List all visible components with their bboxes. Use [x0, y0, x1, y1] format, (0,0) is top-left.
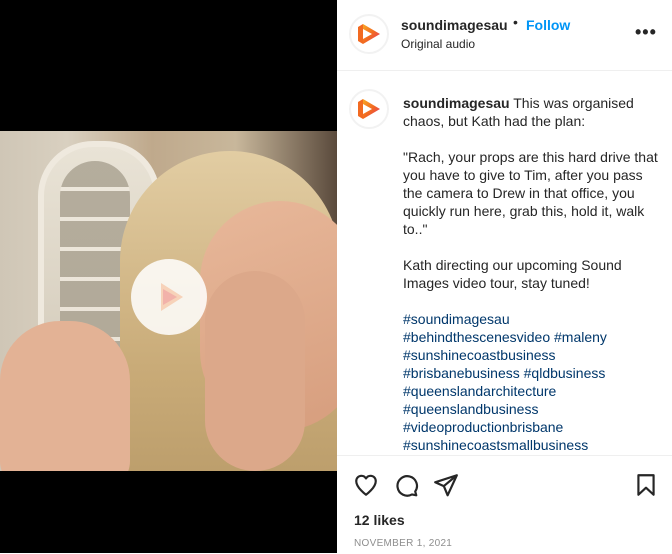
action-bar: 12 likes NOVEMBER 1, 2021 — [337, 455, 672, 554]
video-subject-left-hand — [0, 321, 130, 471]
hashtag-link[interactable]: #qldbusiness — [524, 365, 606, 381]
header-separator: • — [513, 14, 518, 30]
play-button[interactable] — [131, 259, 207, 335]
likes-count[interactable]: 12 likes — [354, 512, 405, 528]
caption-area: soundimagesau This was organised chaos, … — [337, 71, 672, 455]
comment-button[interactable] — [393, 472, 419, 498]
hashtag-link[interactable]: #sunshinecoastbusiness — [403, 347, 556, 363]
heart-icon — [355, 474, 377, 496]
share-button[interactable] — [433, 472, 459, 498]
play-icon — [161, 283, 183, 311]
follow-button[interactable]: Follow — [526, 17, 570, 33]
comment-icon — [396, 475, 419, 497]
caption-text: soundimagesau This was organised chaos, … — [403, 94, 665, 454]
caption-avatar[interactable] — [349, 89, 389, 129]
hashtag-link[interactable]: #soundimagesau — [403, 311, 510, 327]
hashtag-link[interactable]: #videoproductionbrisbane — [403, 419, 563, 435]
hashtag-link[interactable]: #queenslandbusiness — [403, 401, 538, 417]
share-icon — [434, 474, 458, 497]
more-icon: ••• — [635, 22, 657, 42]
caption-username[interactable]: soundimagesau — [403, 95, 510, 111]
bookmark-icon — [637, 474, 655, 496]
save-button[interactable] — [633, 472, 659, 498]
audio-link[interactable]: Original audio — [401, 37, 475, 51]
hashtag-link[interactable]: #brisbanebusiness — [403, 365, 520, 381]
post-header: soundimagesau • Follow Original audio ••… — [337, 0, 672, 71]
post-media[interactable] — [0, 0, 337, 553]
more-options-button[interactable]: ••• — [635, 22, 657, 43]
brand-logo-icon — [358, 24, 380, 44]
caption-line: Kath directing our upcoming Sound Images… — [403, 257, 622, 291]
avatar[interactable] — [349, 14, 389, 54]
hashtag-link[interactable]: #maleny — [554, 329, 607, 345]
hashtag-link[interactable]: #queenslandarchitecture — [403, 383, 556, 399]
post-date[interactable]: NOVEMBER 1, 2021 — [354, 538, 452, 549]
caption-quote: "Rach, your props are this hard drive th… — [403, 149, 658, 237]
hashtag-link[interactable]: #behindthescenesvideo — [403, 329, 550, 345]
brand-logo-icon — [358, 99, 380, 119]
like-button[interactable] — [353, 472, 379, 498]
hashtag-link[interactable]: #sunshinecoastsmallbusiness — [403, 437, 588, 453]
video-subject-right-hand — [205, 271, 305, 471]
header-username[interactable]: soundimagesau — [401, 17, 508, 33]
